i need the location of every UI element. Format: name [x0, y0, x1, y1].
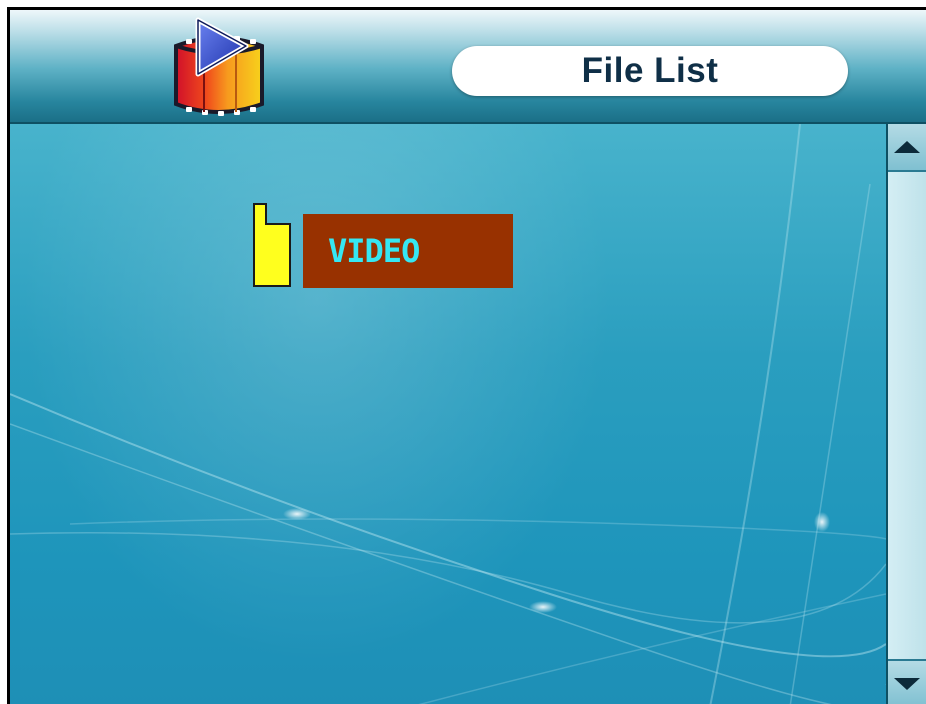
selected-item-highlight[interactable]: VIDEO [303, 214, 513, 288]
arrow-up-icon [894, 141, 920, 153]
title-pill: File List [452, 46, 848, 96]
scrollbar[interactable] [886, 124, 926, 704]
folder-icon [252, 202, 292, 288]
page-title: File List [581, 51, 719, 90]
video-player-icon [158, 16, 278, 122]
scroll-up-button[interactable] [888, 124, 926, 172]
arrow-down-icon [894, 678, 920, 690]
file-list-screen: File List VIDEO [7, 7, 926, 704]
file-list-item[interactable]: VIDEO [252, 202, 517, 288]
file-item-label: VIDEO [328, 232, 420, 270]
scroll-track[interactable] [888, 172, 926, 659]
file-list-area: VIDEO [10, 124, 886, 704]
header-bar: File List [10, 10, 926, 124]
scroll-down-button[interactable] [888, 659, 926, 704]
